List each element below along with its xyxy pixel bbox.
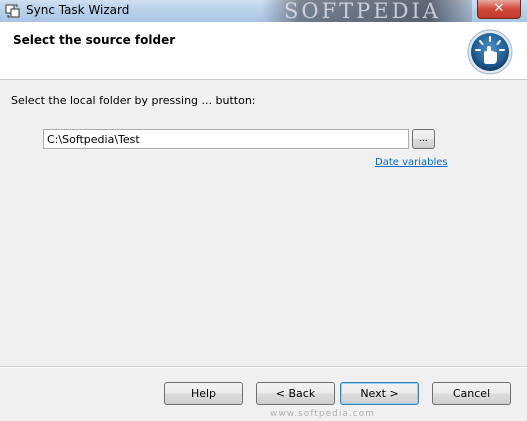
next-button[interactable]: Next >	[340, 382, 419, 405]
date-variables-link[interactable]: Date variables	[375, 157, 448, 168]
page-title: Select the source folder	[13, 33, 176, 47]
close-button[interactable]: ✕	[477, 0, 521, 19]
back-button[interactable]: < Back	[256, 382, 335, 405]
cancel-button[interactable]: Cancel	[432, 382, 511, 405]
sync-task-wizard-window: Sync Task Wizard SOFTPEDIA ✕ Select the …	[0, 0, 527, 421]
hand-pointer-sun-icon	[467, 29, 513, 75]
sync-app-icon	[5, 4, 20, 18]
wizard-header: Select the source folder	[0, 22, 527, 80]
softpedia-watermark: SOFTPEDIA	[262, 0, 472, 22]
footer-divider	[0, 366, 527, 368]
instruction-text: Select the local folder by pressing ... …	[11, 94, 256, 107]
window-title: Sync Task Wizard	[26, 3, 130, 17]
close-icon: ✕	[493, 1, 505, 16]
source-folder-input[interactable]	[43, 129, 409, 149]
browse-button[interactable]: ...	[412, 129, 435, 149]
help-button[interactable]: Help	[164, 382, 243, 405]
title-bar[interactable]: Sync Task Wizard SOFTPEDIA ✕	[0, 0, 527, 22]
softpedia-footer-watermark: www.softpedia.com	[270, 409, 375, 419]
